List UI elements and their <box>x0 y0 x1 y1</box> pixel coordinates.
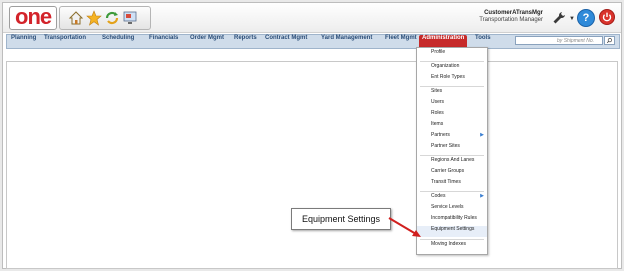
menu-item-carrier-groups[interactable]: Carrier Groups <box>417 168 487 179</box>
menu-item-items[interactable]: Items <box>417 121 487 132</box>
callout-arrow-icon <box>388 217 421 237</box>
menu-item-regions-and-lanes[interactable]: Regions And Lanes <box>417 157 487 168</box>
nav-contract-mgmt[interactable]: Contract Mgmt <box>265 35 307 48</box>
help-button[interactable]: ? <box>577 9 595 27</box>
favorites-star-icon[interactable] <box>86 10 102 26</box>
refresh-icon[interactable] <box>104 10 120 26</box>
submenu-arrow-icon: ▶ <box>480 193 484 199</box>
nav-fleet-mgmt[interactable]: Fleet Mgmt <box>385 35 417 48</box>
main-nav: Planning Transportation Scheduling Finan… <box>6 34 620 49</box>
app-logo[interactable]: one <box>9 4 57 30</box>
screen-icon[interactable] <box>122 10 138 26</box>
header: one CustomerATransMgr Transportation Man… <box>3 3 621 33</box>
nav-order-mgmt[interactable]: Order Mgmt <box>190 35 224 48</box>
logout-icon[interactable] <box>599 9 615 25</box>
search-icon[interactable] <box>604 36 615 45</box>
logo-text: one <box>15 4 52 29</box>
menu-item-sites[interactable]: Sites <box>417 88 487 99</box>
nav-yard-management[interactable]: Yard Management <box>321 35 372 48</box>
menu-item-label: Codes <box>431 193 446 199</box>
menu-item-organization[interactable]: Organization <box>417 63 487 74</box>
nav-financials[interactable]: Financials <box>149 35 178 48</box>
app-window: one CustomerATransMgr Transportation Man… <box>2 2 622 269</box>
menu-item-codes[interactable]: Codes ▶ <box>417 193 487 204</box>
menu-item-roles[interactable]: Roles <box>417 110 487 121</box>
menu-item-label: Partners <box>431 132 450 138</box>
annotation-callout: Equipment Settings <box>291 208 391 230</box>
user-name: CustomerATransMgr <box>484 10 543 16</box>
nav-reports[interactable]: Reports <box>234 35 257 48</box>
nav-scheduling[interactable]: Scheduling <box>102 35 134 48</box>
chevron-down-icon[interactable]: ▼ <box>569 16 575 22</box>
submenu-arrow-icon: ▶ <box>480 132 484 138</box>
menu-divider <box>420 61 484 62</box>
user-info: CustomerATransMgr Transportation Manager <box>473 10 543 24</box>
menu-item-partner-sites[interactable]: Partner Sites <box>417 143 487 154</box>
menu-item-partners[interactable]: Partners ▶ <box>417 132 487 143</box>
home-icon[interactable] <box>68 10 84 26</box>
main-content-area <box>6 61 618 269</box>
menu-item-profile[interactable]: Profile <box>417 49 487 60</box>
menu-divider <box>420 155 484 156</box>
user-role: Transportation Manager <box>479 17 543 23</box>
menu-divider <box>420 86 484 87</box>
menu-item-service-levels[interactable]: Service Levels <box>417 204 487 215</box>
nav-transportation[interactable]: Transportation <box>44 35 86 48</box>
search-input[interactable]: by Shipment No. <box>515 36 603 45</box>
quick-icon-bar <box>59 6 151 30</box>
menu-divider <box>420 191 484 192</box>
menu-item-transit-times[interactable]: Transit Times <box>417 179 487 190</box>
menu-item-users[interactable]: Users <box>417 99 487 110</box>
menu-item-ent-role-types[interactable]: Ent Role Types <box>417 74 487 85</box>
menu-divider <box>420 239 484 240</box>
nav-planning[interactable]: Planning <box>11 35 36 48</box>
wrench-icon[interactable] <box>551 10 567 26</box>
